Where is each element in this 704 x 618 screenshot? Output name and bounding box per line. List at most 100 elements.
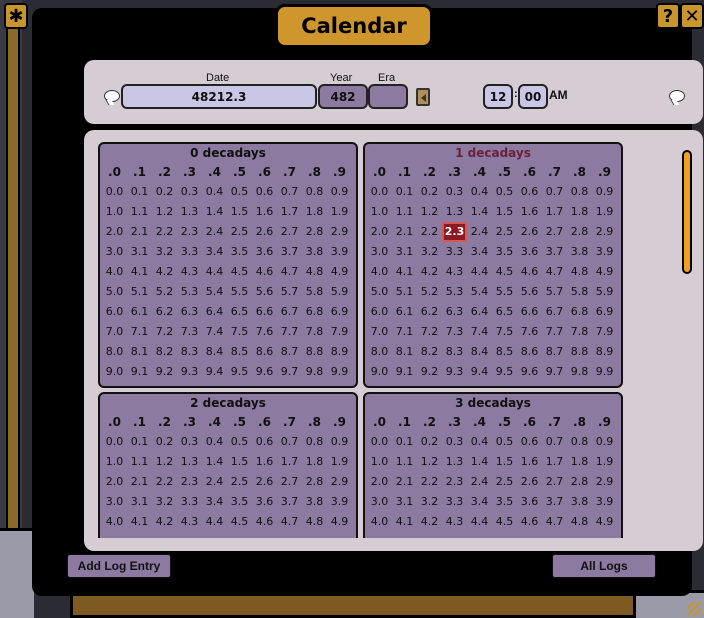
calendar-day-cell[interactable]: 7.7 bbox=[277, 322, 302, 342]
calendar-day-cell[interactable]: 1.4 bbox=[202, 452, 227, 472]
calendar-day-cell[interactable]: 7.8 bbox=[567, 322, 592, 342]
calendar-day-cell[interactable]: 3.0 bbox=[102, 242, 127, 262]
calendar-day-cell[interactable]: 4.4 bbox=[202, 262, 227, 282]
calendar-day-cell[interactable]: 0.6 bbox=[517, 182, 542, 202]
calendar-day-cell[interactable]: 7.2 bbox=[152, 322, 177, 342]
calendar-day-cell[interactable]: 0.1 bbox=[392, 432, 417, 452]
calendar-day-cell[interactable]: 3.7 bbox=[542, 492, 567, 512]
calendar-day-cell[interactable]: 5.9 bbox=[592, 282, 617, 302]
calendar-day-cell[interactable]: 2.1 bbox=[392, 222, 417, 242]
calendar-day-cell[interactable]: 4.7 bbox=[277, 512, 302, 532]
calendar-day-cell[interactable]: 3.1 bbox=[127, 492, 152, 512]
calendar-day-cell[interactable]: 9.9 bbox=[327, 362, 352, 382]
calendar-day-cell[interactable]: 2.5 bbox=[492, 472, 517, 492]
year-field[interactable]: 482 bbox=[318, 84, 368, 109]
calendar-day-cell[interactable]: 3.9 bbox=[327, 492, 352, 512]
calendar-day-cell[interactable]: 2.8 bbox=[302, 222, 327, 242]
calendar-scroll-area[interactable]: 0 decadays .0.1.2.3.4.5.6.7.8.9 0.0 0.1 0.2 0… bbox=[98, 142, 626, 538]
calendar-day-cell[interactable]: 4.3 bbox=[442, 262, 467, 282]
calendar-day-cell[interactable]: 4.6 bbox=[252, 512, 277, 532]
calendar-day-cell[interactable]: 1.3 bbox=[442, 452, 467, 472]
calendar-day-cell[interactable]: 9.4 bbox=[202, 362, 227, 382]
calendar-day-cell[interactable]: 0.6 bbox=[517, 432, 542, 452]
calendar-day-cell[interactable]: 0.3 bbox=[177, 432, 202, 452]
calendar-day-cell[interactable]: 2.3 bbox=[177, 472, 202, 492]
calendar-day-cell[interactable]: 1.5 bbox=[492, 202, 517, 222]
calendar-day-cell[interactable]: 8.8 bbox=[567, 342, 592, 362]
calendar-day-cell[interactable]: 0.2 bbox=[417, 182, 442, 202]
calendar-day-cell[interactable]: 0.1 bbox=[392, 182, 417, 202]
calendar-day-cell[interactable]: 0.0 bbox=[367, 432, 392, 452]
close-icon[interactable]: ✕ bbox=[680, 3, 704, 29]
calendar-day-cell[interactable]: 2.6 bbox=[517, 222, 542, 242]
calendar-day-cell[interactable]: 4.7 bbox=[542, 512, 567, 532]
calendar-day-cell[interactable]: 0.2 bbox=[152, 432, 177, 452]
calendar-day-cell[interactable]: 3.2 bbox=[417, 492, 442, 512]
calendar-day-cell[interactable]: 5.0 bbox=[102, 282, 127, 302]
calendar-day-cell[interactable]: 2.2 bbox=[417, 472, 442, 492]
calendar-day-cell[interactable]: 2.4 bbox=[467, 222, 492, 242]
scrollbar-thumb[interactable] bbox=[684, 152, 690, 272]
calendar-day-cell[interactable]: 2.1 bbox=[127, 472, 152, 492]
calendar-day-cell[interactable]: 8.9 bbox=[327, 342, 352, 362]
calendar-day-cell[interactable]: 2.4 bbox=[202, 222, 227, 242]
calendar-day-cell[interactable]: 6.0 bbox=[102, 302, 127, 322]
calendar-day-cell[interactable]: 5.2 bbox=[417, 282, 442, 302]
calendar-day-cell[interactable]: 8.2 bbox=[152, 342, 177, 362]
calendar-day-cell[interactable]: 3.7 bbox=[277, 492, 302, 512]
calendar-day-cell[interactable]: 1.2 bbox=[152, 202, 177, 222]
calendar-day-cell[interactable]: 2.5 bbox=[227, 472, 252, 492]
calendar-day-cell[interactable]: 4.1 bbox=[392, 512, 417, 532]
calendar-day-cell[interactable]: 7.0 bbox=[102, 322, 127, 342]
calendar-day-cell[interactable]: 1.0 bbox=[102, 452, 127, 472]
calendar-day-cell[interactable]: 6.4 bbox=[202, 302, 227, 322]
calendar-day-cell[interactable]: 6.4 bbox=[467, 302, 492, 322]
scrollbar[interactable] bbox=[682, 150, 692, 274]
calendar-day-cell[interactable]: 3.1 bbox=[392, 242, 417, 262]
calendar-day-cell[interactable]: 2.7 bbox=[542, 222, 567, 242]
calendar-day-cell[interactable]: 1.2 bbox=[417, 452, 442, 472]
calendar-day-cell[interactable]: 2.3 bbox=[442, 472, 467, 492]
calendar-day-cell[interactable]: 6.8 bbox=[567, 302, 592, 322]
calendar-day-cell[interactable]: 3.5 bbox=[227, 492, 252, 512]
calendar-day-cell[interactable]: 8.7 bbox=[542, 342, 567, 362]
calendar-day-cell[interactable]: 3.9 bbox=[592, 492, 617, 512]
speech-bubble-icon[interactable] bbox=[669, 90, 685, 102]
add-log-entry-button[interactable]: Add Log Entry bbox=[67, 554, 171, 578]
calendar-day-cell[interactable]: 6.8 bbox=[302, 302, 327, 322]
calendar-day-cell[interactable]: 4.5 bbox=[227, 512, 252, 532]
calendar-day-cell[interactable]: 2.6 bbox=[517, 472, 542, 492]
calendar-day-cell[interactable]: 0.9 bbox=[592, 432, 617, 452]
calendar-day-cell[interactable]: 7.3 bbox=[442, 322, 467, 342]
calendar-day-cell[interactable]: 1.0 bbox=[367, 452, 392, 472]
calendar-day-cell[interactable]: 9.9 bbox=[592, 362, 617, 382]
calendar-day-cell[interactable]: 5.2 bbox=[152, 282, 177, 302]
calendar-day-cell[interactable]: 0.1 bbox=[127, 182, 152, 202]
calendar-day-cell[interactable]: 7.4 bbox=[202, 322, 227, 342]
calendar-day-cell[interactable]: 4.2 bbox=[152, 512, 177, 532]
calendar-day-cell[interactable]: 2.2 bbox=[152, 222, 177, 242]
calendar-day-cell[interactable]: 2.6 bbox=[252, 222, 277, 242]
calendar-day-cell[interactable]: 1.7 bbox=[277, 202, 302, 222]
calendar-day-cell[interactable]: 0.0 bbox=[102, 432, 127, 452]
calendar-day-cell[interactable]: 4.6 bbox=[252, 262, 277, 282]
calendar-day-cell[interactable]: 6.9 bbox=[592, 302, 617, 322]
calendar-day-cell[interactable]: 0.7 bbox=[277, 432, 302, 452]
hour-field[interactable]: 12 bbox=[483, 84, 513, 109]
calendar-day-cell[interactable]: 1.6 bbox=[517, 202, 542, 222]
calendar-day-cell[interactable]: 5.3 bbox=[177, 282, 202, 302]
calendar-day-cell[interactable]: 0.9 bbox=[592, 182, 617, 202]
calendar-day-cell[interactable]: 0.6 bbox=[252, 432, 277, 452]
calendar-day-cell[interactable]: 7.7 bbox=[542, 322, 567, 342]
calendar-day-cell[interactable]: 4.7 bbox=[542, 262, 567, 282]
calendar-day-cell[interactable]: 1.8 bbox=[302, 452, 327, 472]
calendar-day-cell[interactable]: 2.7 bbox=[542, 472, 567, 492]
calendar-day-cell[interactable]: 8.4 bbox=[202, 342, 227, 362]
calendar-day-cell[interactable]: 4.5 bbox=[227, 262, 252, 282]
calendar-day-cell[interactable]: 7.3 bbox=[177, 322, 202, 342]
calendar-day-cell[interactable]: 9.4 bbox=[467, 362, 492, 382]
calendar-day-cell[interactable]: 3.1 bbox=[392, 492, 417, 512]
calendar-day-cell[interactable]: 3.0 bbox=[367, 492, 392, 512]
calendar-day-cell[interactable]: 0.4 bbox=[467, 432, 492, 452]
calendar-day-cell[interactable]: 2.9 bbox=[592, 222, 617, 242]
